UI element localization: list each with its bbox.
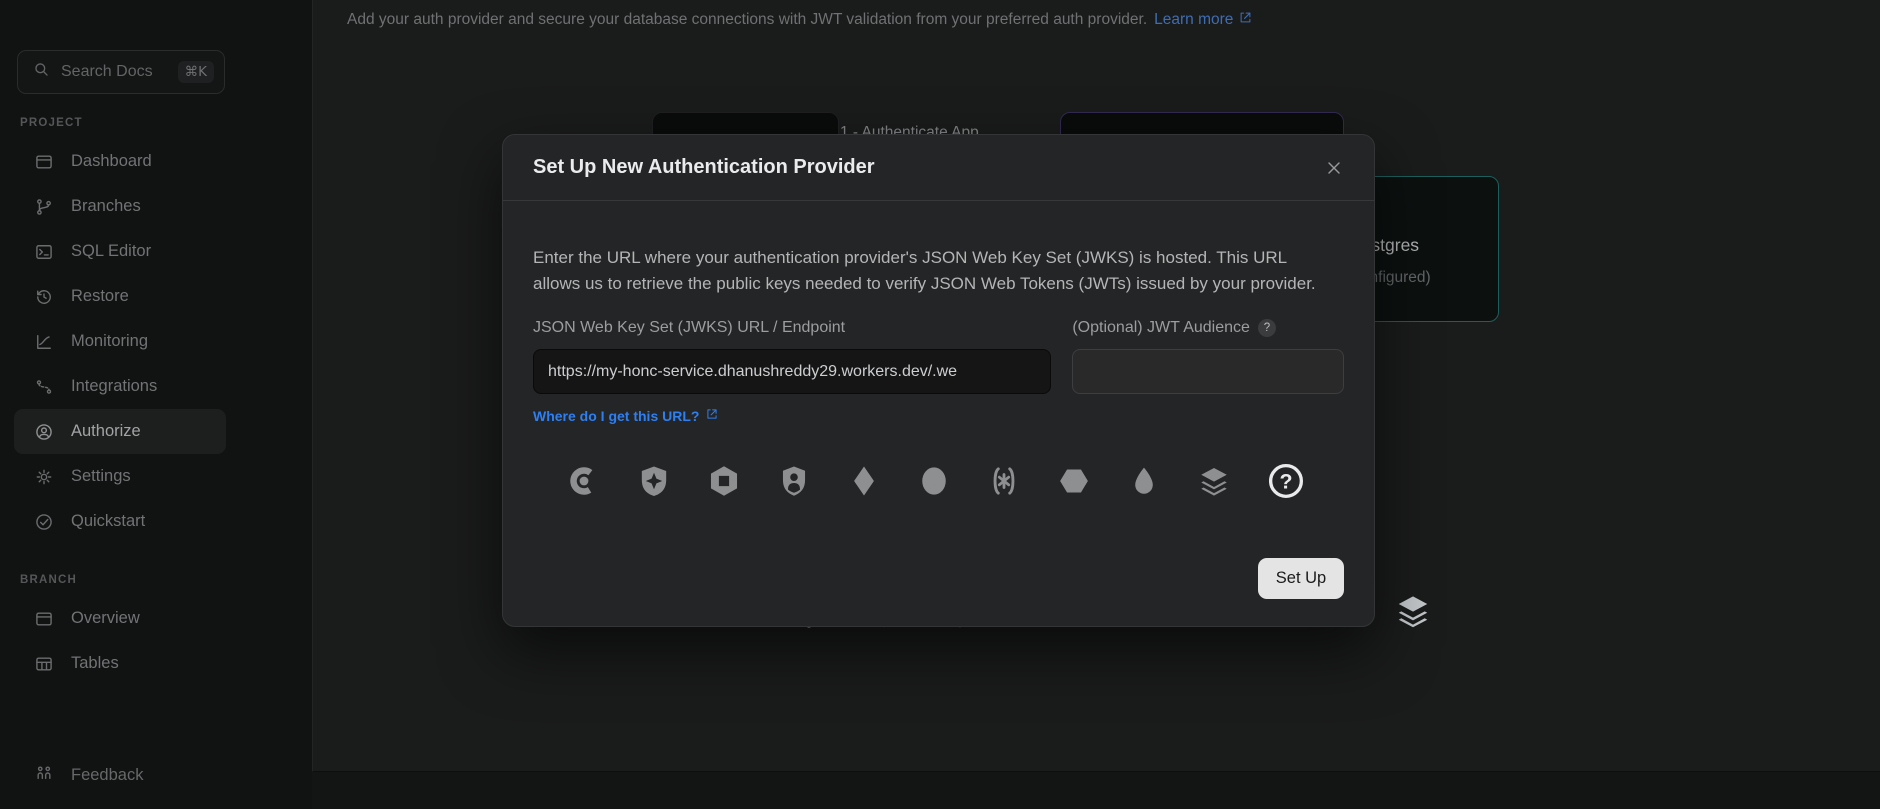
svg-text:S: S [928,471,940,491]
restore-icon [34,287,54,307]
diamond-provider-icon[interactable] [847,464,881,498]
sidebar-section-heading: BRANCH [14,574,226,596]
sidebar-item-label: Monitoring [71,332,148,351]
hex-waves-provider-icon[interactable] [1057,464,1091,498]
sidebar-item-branches[interactable]: Branches [14,184,226,229]
where-url-label: Where do I get this URL? [533,408,699,424]
layers-provider-icon [1394,592,1432,630]
sidebar-item-sql-editor[interactable]: SQL Editor [14,229,226,274]
search-icon [32,60,51,84]
sidebar-item-label: Overview [71,609,140,628]
search-icon [32,60,51,79]
external-icon [705,407,719,421]
sidebar-nav: PROJECT Dashboard Branches SQL Editor Restor… [14,117,226,686]
jwks-url-label: JSON Web Key Set (JWKS) URL / Endpoint [533,319,1051,337]
s-circle-provider-icon[interactable]: S [917,464,951,498]
learn-more-label: Learn more [1154,11,1233,29]
sidebar-item-dashboard[interactable]: Dashboard [14,139,226,184]
app-root: Search Docs ⌘K PROJECT Dashboard Branches S… [0,0,1880,809]
sidebar-item-label: Settings [71,467,131,486]
sidebar-item-overview[interactable]: Overview [14,596,226,641]
search-docs-button[interactable]: Search Docs ⌘K [17,50,225,94]
help-icon[interactable]: ? [1258,319,1276,337]
question-provider-icon[interactable]: ? [1267,462,1305,500]
asterisk-brackets-provider-icon[interactable] [987,464,1021,498]
sidebar: Search Docs ⌘K PROJECT Dashboard Branches S… [0,0,312,809]
sidebar-item-label: Authorize [71,422,141,441]
sidebar-item-authorize[interactable]: Authorize [14,409,226,454]
sql-editor-icon [34,242,54,262]
clerk-provider-icon[interactable] [567,464,601,498]
shield-star-provider-icon[interactable] [637,464,671,498]
auth-provider-modal: Set Up New Authentication Provider Enter… [502,134,1375,627]
page-banner: Add your auth provider and secure your d… [347,10,1253,30]
provider-picker-row: S? [567,462,1344,500]
banner-text: Add your auth provider and secure your d… [347,11,1147,29]
modal-description: Enter the URL where your authentication … [533,245,1333,297]
sidebar-item-label: Quickstart [71,512,145,531]
layers-provider-icon[interactable] [1197,464,1231,498]
branches-icon [34,197,54,217]
authorize-icon [34,422,54,442]
sidebar-item-label: Integrations [71,377,157,396]
sidebar-item-label: SQL Editor [71,242,151,261]
tables-icon [34,654,54,674]
overview-icon [34,609,54,629]
sidebar-item-label: Tables [71,654,119,673]
close-icon[interactable] [1324,158,1344,178]
external-link-icon [705,407,719,424]
modal-title: Set Up New Authentication Provider [533,156,875,179]
feedback-label: Feedback [71,766,143,785]
sidebar-item-integrations[interactable]: Integrations [14,364,226,409]
monitoring-icon [34,332,54,352]
sidebar-item-settings[interactable]: Settings [14,454,226,499]
close-icon [1324,158,1344,178]
jwt-audience-input[interactable] [1072,349,1344,394]
sidebar-item-tables[interactable]: Tables [14,641,226,686]
jwks-url-input[interactable] [533,349,1051,394]
external-icon [1238,10,1253,25]
dashboard-icon [34,152,54,172]
sidebar-item-monitoring[interactable]: Monitoring [14,319,226,364]
set-up-button[interactable]: Set Up [1258,558,1344,599]
learn-more-link[interactable]: Learn more [1154,10,1253,30]
sidebar-item-label: Restore [71,287,129,306]
feedback-icon [34,763,54,788]
hex-cube-provider-icon[interactable] [707,464,741,498]
droplet-provider-icon[interactable] [1127,464,1161,498]
jwt-audience-label: (Optional) JWT Audience [1072,319,1250,337]
shield-user-provider-icon[interactable] [777,464,811,498]
sidebar-item-label: Branches [71,197,141,216]
svg-text:?: ? [1279,469,1292,493]
integrations-icon [34,377,54,397]
sidebar-section-heading: PROJECT [14,117,226,139]
feedback-button[interactable]: Feedback [14,753,226,797]
modal-header: Set Up New Authentication Provider [503,135,1374,201]
where-url-link[interactable]: Where do I get this URL? [533,407,719,424]
modal-body: Enter the URL where your authentication … [503,245,1374,500]
sidebar-item-quickstart[interactable]: Quickstart [14,499,226,544]
search-label: Search Docs [61,63,178,81]
sidebar-item-restore[interactable]: Restore [14,274,226,319]
settings-icon [34,467,54,487]
external-link-icon [1238,10,1253,30]
quickstart-icon [34,512,54,532]
sidebar-item-label: Dashboard [71,152,152,171]
feedback-icon [34,763,54,783]
search-shortcut-badge: ⌘K [178,61,214,83]
